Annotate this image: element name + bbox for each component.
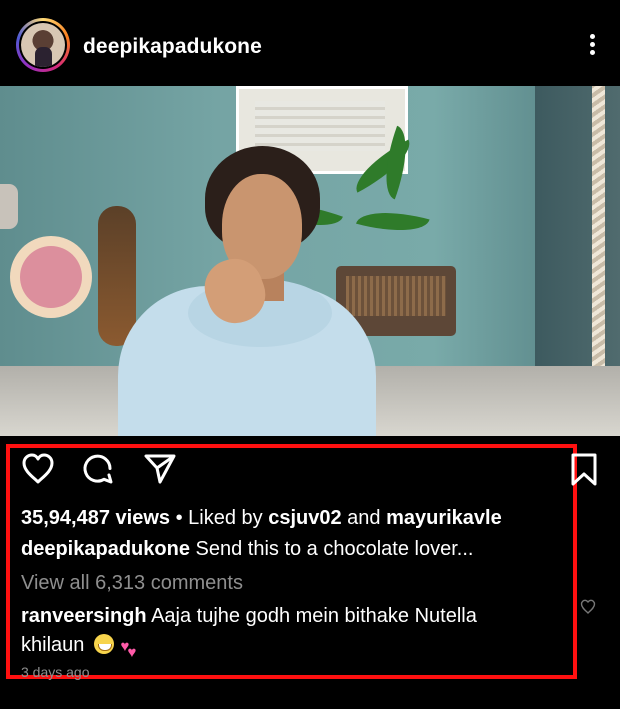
avatar-image — [21, 23, 65, 67]
avatar[interactable] — [16, 18, 70, 72]
views-and-likes: 35,94,487 views • Liked by csjuv02 and m… — [21, 507, 502, 530]
radio-grill — [346, 276, 446, 316]
comment-icon[interactable] — [82, 453, 114, 485]
liked-by-user-link[interactable]: csjuv02 — [268, 507, 341, 529]
background-lamp — [0, 184, 18, 229]
background-plate — [10, 236, 92, 318]
post-video[interactable] — [0, 86, 620, 436]
views-count[interactable]: 35,94,487 views — [21, 507, 170, 529]
post-actions — [21, 453, 601, 487]
more-vertical-icon — [589, 34, 595, 39]
share-icon[interactable] — [143, 453, 177, 485]
post-timestamp: 3 days ago — [21, 664, 90, 680]
plate-artwork — [20, 246, 82, 308]
post-username[interactable]: deepikapadukone — [83, 35, 262, 59]
avatar-figure — [35, 47, 52, 67]
comment-username[interactable]: ranveersingh — [21, 605, 147, 627]
liked-by-and: and — [347, 507, 381, 529]
more-options-button[interactable] — [588, 34, 596, 58]
top-comment: ranveersingh Aaja tujhe godh mein bithak… — [21, 602, 501, 661]
window-blinds — [255, 101, 385, 151]
avatar-border — [19, 21, 67, 69]
liked-by-user-link[interactable]: mayurikavle — [386, 507, 502, 529]
view-all-comments-link[interactable]: View all 6,313 comments — [21, 572, 243, 595]
grinning-face-icon — [93, 634, 114, 654]
heart-glyph: ♥ — [127, 644, 137, 661]
bookmark-icon[interactable] — [570, 453, 598, 487]
caption-username[interactable]: deepikapadukone — [21, 538, 190, 560]
plant-leaf — [356, 201, 430, 242]
background-plant — [269, 125, 459, 276]
background-guitar — [98, 206, 136, 346]
caption-text: Send this to a chocolate lover... — [195, 538, 474, 560]
more-vertical-icon-dot — [589, 42, 595, 47]
separator-dot: • — [175, 507, 189, 529]
comment-text-continuation: khilaun — [21, 634, 85, 656]
post-details: 35,94,487 views • Liked by csjuv02 and m… — [0, 436, 620, 709]
heart-icon[interactable] — [21, 453, 55, 485]
liked-by-prefix: Liked by — [188, 507, 263, 529]
comment-like-icon[interactable] — [580, 599, 596, 615]
post-header: deepikapadukone — [0, 0, 620, 86]
post-caption: deepikapadukone Send this to a chocolate… — [21, 538, 473, 561]
more-vertical-icon-dot — [589, 50, 595, 55]
comment-text: Aaja tujhe godh mein bithake Nutella — [151, 605, 477, 627]
two-hearts-icon: ♥ ♥ — [120, 634, 142, 661]
